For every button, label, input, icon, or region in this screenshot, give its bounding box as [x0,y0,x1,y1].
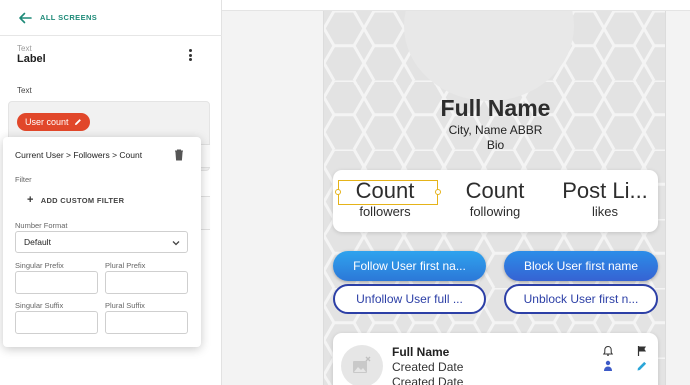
count-settings-popup: Current User > Followers > Count Filter … [3,137,201,347]
profile-avatar [404,11,574,101]
edit-icon[interactable] [636,360,648,372]
add-custom-filter-button[interactable]: + ADD CUSTOM FILTER [27,195,124,206]
singular-prefix-input[interactable] [15,271,98,294]
singular-suffix-input[interactable] [15,311,98,334]
number-format-value: Default [24,237,51,247]
notification-date: Created Date [392,360,464,374]
pencil-icon[interactable] [74,118,82,126]
stats-card: Count followers Count following Post Li.… [333,170,658,232]
component-name: Label [17,53,46,65]
singular-suffix-label: Singular Suffix [15,301,64,310]
popup-title: Current User > Followers > Count [15,150,143,160]
profile-bio: Bio [486,138,505,152]
block-user-button[interactable]: Block User first name [504,251,658,281]
plural-suffix-input[interactable] [105,311,188,334]
profile-full-name: Full Name [440,95,551,121]
following-count: Count [465,178,525,203]
following-label: following [469,204,521,219]
user-count-chip[interactable]: User count [17,113,90,131]
trash-icon[interactable] [174,149,184,161]
canvas-top-strip [222,0,690,11]
back-label: ALL SCREENS [40,13,98,22]
plus-icon: + [27,194,34,206]
plural-prefix-label: Plural Prefix [105,261,146,270]
selected-element-outline [338,180,438,205]
profile-screen-preview: Full Name City, Name ABBR Bio Count foll… [323,11,666,385]
component-type-label: Text [17,44,32,53]
notification-avatar [341,345,383,385]
notification-date-2: Created Date [392,375,464,385]
resize-handle-right[interactable] [435,189,441,195]
back-to-all-screens-link[interactable]: ALL SCREENS [0,0,222,36]
resize-handle-left[interactable] [335,189,341,195]
flag-icon[interactable] [636,345,648,357]
number-format-label: Number Format [15,221,68,230]
unblock-user-button[interactable]: Unblock User first n... [504,284,658,314]
profile-city: City, Name ABBR [448,123,543,137]
person-icon[interactable] [602,360,614,372]
chevron-down-icon [172,241,180,246]
stat-likes[interactable]: Post Li... likes [555,178,655,220]
singular-prefix-label: Singular Prefix [15,261,64,270]
number-format-select[interactable]: Default [15,231,188,253]
chip-label: User count [25,117,69,127]
notification-name: Full Name [392,345,450,359]
add-filter-label: ADD CUSTOM FILTER [40,196,125,205]
follow-user-button[interactable]: Follow User first na... [333,251,486,281]
likes-count: Post Li... [562,178,648,203]
bell-icon[interactable] [602,345,614,357]
followers-label: followers [359,204,411,219]
stat-following[interactable]: Count following [445,178,545,220]
text-section-label: Text [17,86,32,95]
arrow-left-icon [19,12,32,23]
image-placeholder-icon [353,356,371,373]
plural-prefix-input[interactable] [105,271,188,294]
notification-card[interactable]: Full Name Created Date Created Date [333,333,658,385]
likes-label: likes [591,204,618,219]
unfollow-user-button[interactable]: Unfollow User full ... [333,284,486,314]
more-options-icon[interactable] [183,47,197,63]
plural-suffix-label: Plural Suffix [105,301,145,310]
filter-label: Filter [15,175,32,184]
